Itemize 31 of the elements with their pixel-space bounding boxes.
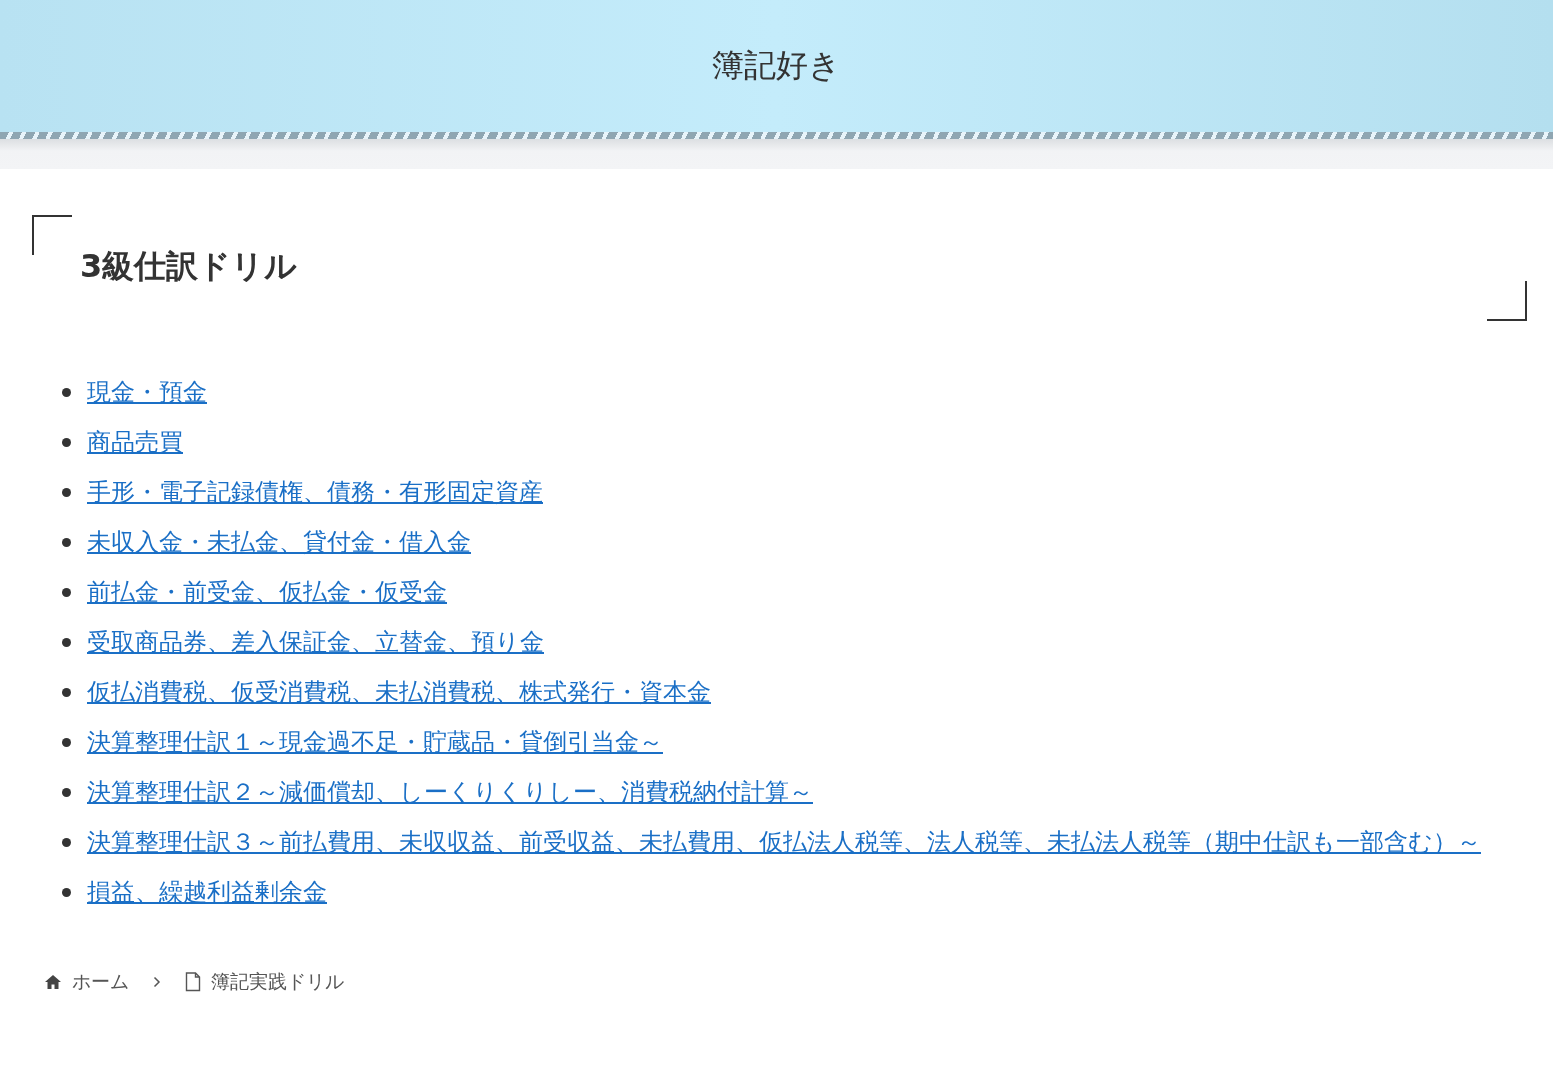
bullet-icon (62, 638, 71, 647)
list-link[interactable]: 手形・電子記録債権、債務・有形固定資産 (87, 467, 543, 517)
corner-bracket (1487, 281, 1527, 321)
chevron-right-icon (153, 976, 161, 988)
list-link[interactable]: 決算整理仕訳３～前払費用、未収収益、前受収益、未払費用、仮払法人税等、法人税等、未払法人税等（期中仕訳も一部含む）～ (87, 817, 1481, 867)
bullet-icon (62, 838, 71, 847)
bullet-icon (62, 588, 71, 597)
site-title[interactable]: 簿記好き (712, 44, 841, 88)
document-icon (185, 972, 201, 992)
breadcrumb-link[interactable]: ホーム (72, 969, 129, 995)
page-title: 3級仕訳ドリル (80, 246, 298, 287)
bullet-icon (62, 888, 71, 897)
list-link[interactable]: 仮払消費税、仮受消費税、未払消費税、株式発行・資本金 (87, 667, 711, 717)
list-link[interactable]: 未収入金・未払金、貸付金・借入金 (87, 517, 471, 567)
bullet-icon (62, 388, 71, 397)
list-link[interactable]: 前払金・前受金、仮払金・仮受金 (87, 567, 447, 617)
bullet-icon (62, 738, 71, 747)
list-link[interactable]: 受取商品券、差入保証金、立替金、預り金 (87, 617, 544, 667)
list-link[interactable]: 現金・預金 (87, 367, 207, 417)
list-link[interactable]: 決算整理仕訳１～現金過不足・貯蔵品・貸倒引当金～ (87, 717, 663, 767)
list-link[interactable]: 決算整理仕訳２～減価償却、しーくりくりしー、消費税納付計算～ (87, 767, 813, 817)
bullet-icon (62, 788, 71, 797)
bullet-icon (62, 688, 71, 697)
bullet-icon (62, 538, 71, 547)
corner-bracket (32, 215, 72, 255)
bullet-icon (62, 438, 71, 447)
bullet-icon (62, 488, 71, 497)
breadcrumb-link[interactable]: 簿記実践ドリル (211, 969, 344, 995)
home-icon (44, 974, 62, 990)
list-link[interactable]: 損益、繰越利益剰余金 (87, 867, 327, 917)
list-link[interactable]: 商品売買 (87, 417, 183, 467)
